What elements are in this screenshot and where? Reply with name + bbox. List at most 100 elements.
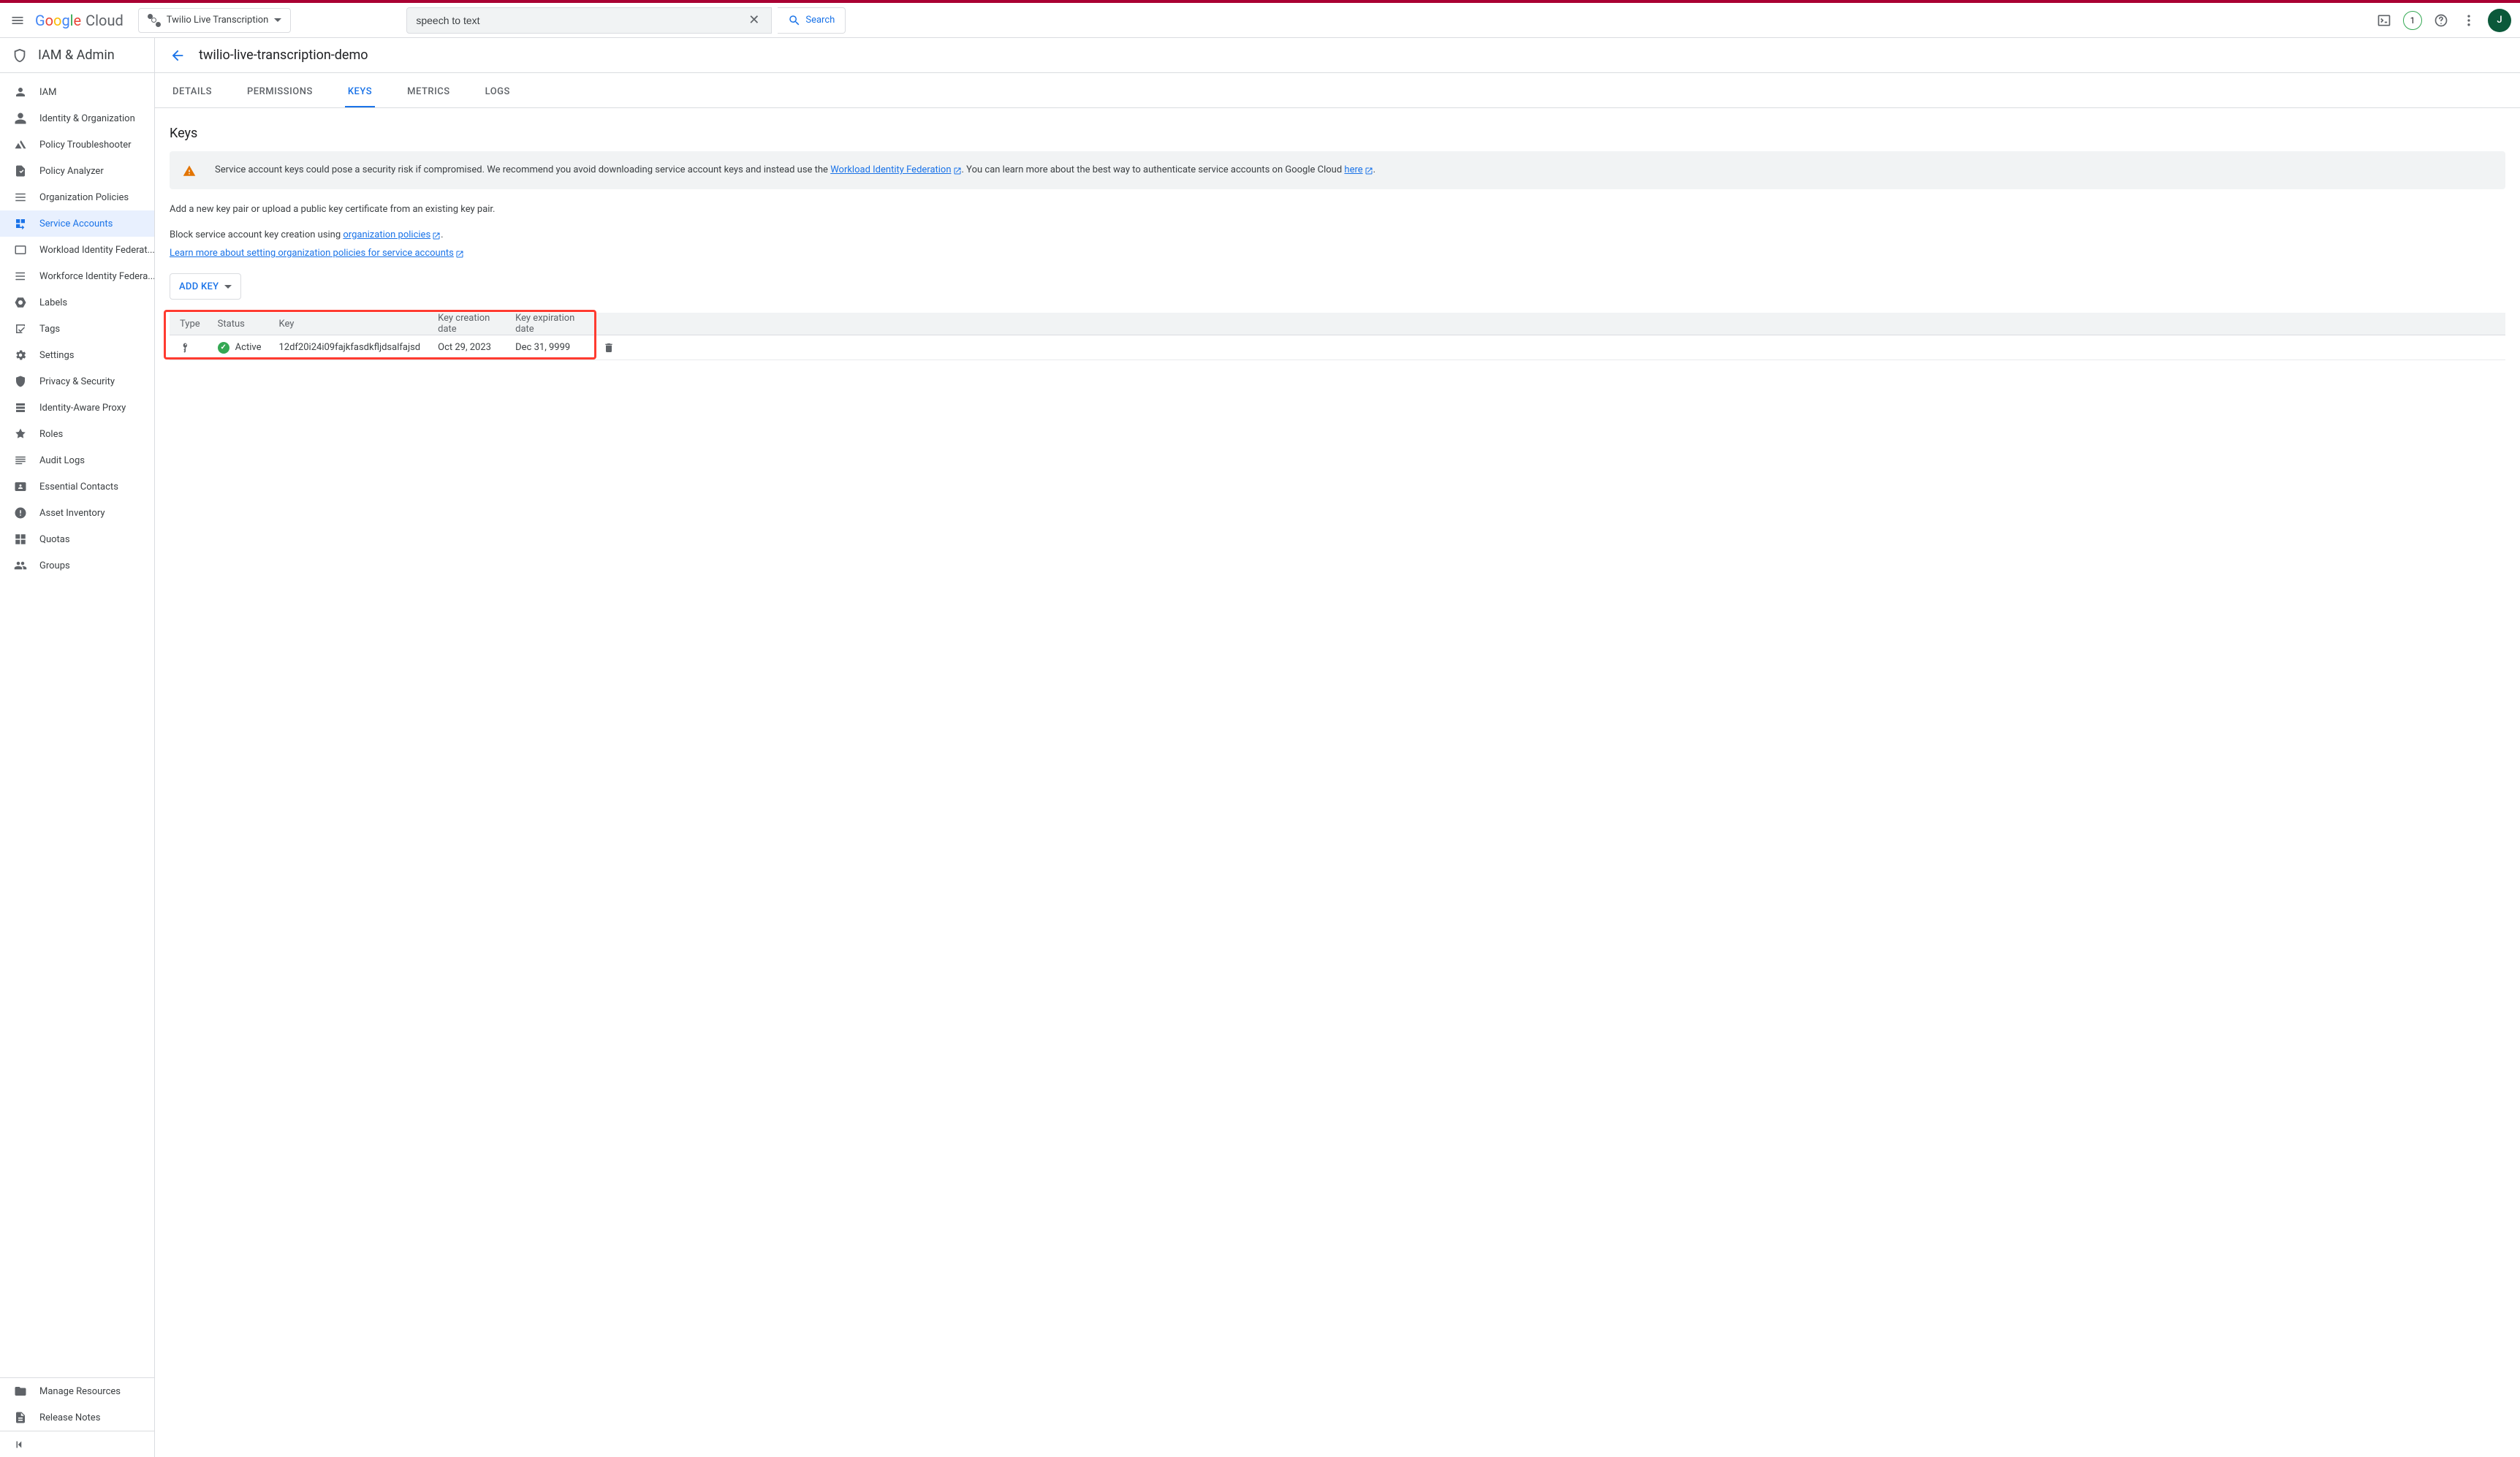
sidebar-item-privacy-security[interactable]: Privacy & Security xyxy=(0,368,154,395)
sidebar-item-roles[interactable]: Roles xyxy=(0,421,154,447)
nav-label: Roles xyxy=(39,429,63,440)
search-input[interactable] xyxy=(416,15,745,26)
sidebar-nav: IAM & Admin IAMIdentity & Organization Po… xyxy=(0,38,155,1457)
cell-created: Oct 29, 2023 xyxy=(429,335,506,360)
sidebar-item-organization-policies[interactable]: Organization Policies xyxy=(0,184,154,210)
tab-permissions[interactable]: PERMISSIONS xyxy=(244,86,316,107)
nav-label: Identity-Aware Proxy xyxy=(39,403,126,414)
learn-here-link[interactable]: here xyxy=(1344,164,1373,175)
nav-icon xyxy=(13,453,28,468)
nav-icon xyxy=(13,243,28,257)
cloud-shell-button[interactable] xyxy=(2375,12,2393,29)
project-name: Twilio Live Transcription xyxy=(167,15,269,26)
org-policies-link[interactable]: organization policies xyxy=(343,229,441,240)
nav-label: Privacy & Security xyxy=(39,376,115,387)
sidebar-footer-manage-resources[interactable]: Manage Resources xyxy=(0,1378,154,1404)
sidebar-item-identity-aware-proxy[interactable]: Identity-Aware Proxy xyxy=(0,395,154,421)
sidebar-item-service-accounts[interactable]: Service Accounts xyxy=(0,210,154,237)
nav-label: Groups xyxy=(39,560,70,571)
sidebar-item-asset-inventory[interactable]: Asset Inventory xyxy=(0,500,154,526)
warning-banner: Service account keys could pose a securi… xyxy=(170,151,2505,189)
sidebar-section-header[interactable]: IAM & Admin xyxy=(0,38,154,73)
col-type: Type xyxy=(170,313,209,335)
back-button[interactable] xyxy=(170,47,186,64)
workload-identity-link[interactable]: Workload Identity Federation xyxy=(830,164,961,175)
keys-table: Type Status Key Key creation date Key ex… xyxy=(170,313,2505,360)
sidebar-item-labels[interactable]: Labels xyxy=(0,289,154,316)
nav-icon xyxy=(13,506,28,520)
nav-icon xyxy=(13,269,28,284)
tab-keys[interactable]: KEYS xyxy=(345,86,375,107)
arrow-back-icon xyxy=(170,47,186,64)
section-title: Keys xyxy=(170,126,2505,141)
search-icon xyxy=(788,14,801,27)
shield-icon xyxy=(12,47,28,64)
learn-more-link[interactable]: Learn more about setting organization po… xyxy=(170,248,464,259)
sidebar-item-essential-contacts[interactable]: Essential Contacts xyxy=(0,473,154,500)
search-button-label: Search xyxy=(805,15,835,26)
nav-label: Settings xyxy=(39,350,74,361)
cell-type xyxy=(170,335,209,360)
tab-metrics[interactable]: METRICS xyxy=(404,86,452,107)
hamburger-menu-button[interactable] xyxy=(9,12,26,29)
nav-icon xyxy=(13,400,28,415)
block-key-description: Block service account key creation using… xyxy=(170,229,2505,240)
nav-label: Workforce Identity Federa... xyxy=(39,271,154,282)
more-menu-button[interactable] xyxy=(2460,12,2478,29)
global-header: Google Cloud Twilio Live Transcription ✕… xyxy=(0,3,2520,38)
sidebar-item-policy-troubleshooter[interactable]: Policy Troubleshooter xyxy=(0,132,154,158)
cell-actions xyxy=(594,335,2505,360)
page-body: Keys Service account keys could pose a s… xyxy=(155,108,2520,378)
tab-details[interactable]: DETAILS xyxy=(170,86,215,107)
search-clear-button[interactable]: ✕ xyxy=(745,12,762,28)
sidebar-item-iam[interactable]: IAM xyxy=(0,79,154,105)
delete-key-button[interactable] xyxy=(603,342,2497,354)
cell-key-id: 12df20i24i09fajkfasdkfljdsalfajsd xyxy=(270,335,429,360)
search-box[interactable]: ✕ xyxy=(406,7,772,34)
sidebar-item-quotas[interactable]: Quotas xyxy=(0,526,154,552)
sidebar-item-tags[interactable]: Tags xyxy=(0,316,154,342)
sidebar-item-policy-analyzer[interactable]: Policy Analyzer xyxy=(0,158,154,184)
page-title: twilio-live-transcription-demo xyxy=(199,47,368,63)
hamburger-icon xyxy=(10,13,25,28)
project-selector-button[interactable]: Twilio Live Transcription xyxy=(138,8,292,33)
external-link-icon xyxy=(432,232,441,240)
sidebar-item-workload-identity-federat[interactable]: Workload Identity Federat... xyxy=(0,237,154,263)
nav-icon xyxy=(13,295,28,310)
search-button[interactable]: Search xyxy=(778,7,846,34)
external-link-icon xyxy=(1365,167,1373,175)
warning-icon xyxy=(183,164,196,178)
content-area: twilio-live-transcription-demo DETAILS PE… xyxy=(155,38,2520,1457)
trial-count: 1 xyxy=(2410,15,2415,26)
user-avatar[interactable]: J xyxy=(2488,9,2511,32)
sidebar-items-scroll[interactable]: IAMIdentity & Organization Policy Trouble… xyxy=(0,73,154,1377)
nav-icon xyxy=(13,216,28,231)
sidebar-footer-release-notes[interactable]: Release Notes xyxy=(0,1404,154,1431)
add-key-button[interactable]: ADD KEY xyxy=(170,273,241,300)
tab-logs[interactable]: LOGS xyxy=(482,86,513,107)
google-cloud-logo[interactable]: Google Cloud xyxy=(35,12,124,29)
sidebar-item-groups[interactable]: Groups xyxy=(0,552,154,579)
sidebar-collapse-button[interactable] xyxy=(0,1431,154,1457)
sidebar-item-audit-logs[interactable]: Audit Logs xyxy=(0,447,154,473)
free-trial-badge[interactable]: 1 xyxy=(2403,11,2422,30)
cell-expires: Dec 31, 9999 xyxy=(506,335,594,360)
nav-icon xyxy=(13,558,28,573)
cell-status: Active xyxy=(209,335,270,360)
avatar-initial: J xyxy=(2497,15,2502,26)
warning-text: Service account keys could pose a securi… xyxy=(215,163,1375,178)
status-label: Active xyxy=(235,342,262,353)
nav-label: Essential Contacts xyxy=(39,482,118,492)
nav-label: Quotas xyxy=(39,534,70,545)
sidebar-item-settings[interactable]: Settings xyxy=(0,342,154,368)
nav-label: Policy Troubleshooter xyxy=(39,140,132,151)
nav-label: Workload Identity Federat... xyxy=(39,245,154,256)
help-button[interactable] xyxy=(2432,12,2450,29)
key-table-container: Type Status Key Key creation date Key ex… xyxy=(170,313,2505,360)
col-expires: Key expiration date xyxy=(506,313,594,335)
nav-label: Labels xyxy=(39,297,67,308)
sidebar-item-workforce-identity-federa[interactable]: Workforce Identity Federa... xyxy=(0,263,154,289)
chevron-down-icon xyxy=(274,18,281,22)
more-vert-icon xyxy=(2462,13,2476,28)
sidebar-item-identity-organization[interactable]: Identity & Organization xyxy=(0,105,154,132)
